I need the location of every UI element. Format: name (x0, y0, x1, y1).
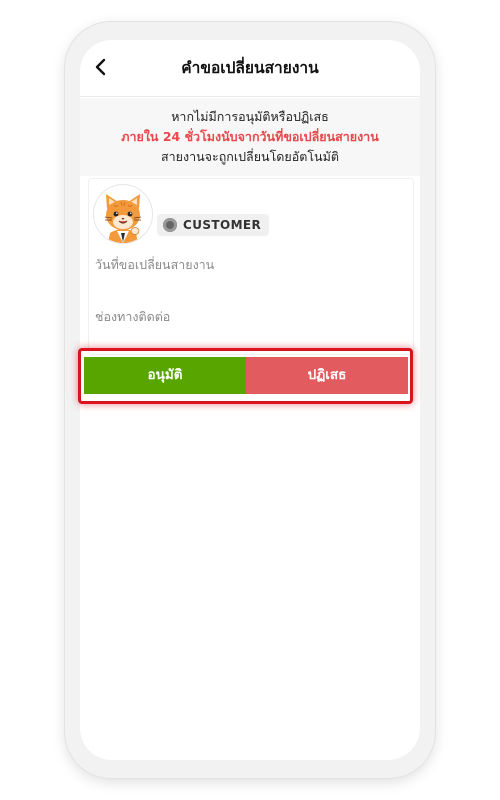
contact-channel-label: ช่องทางติดต่อ (95, 309, 171, 324)
back-button[interactable] (88, 54, 114, 80)
notice-line-3: สายงานจะถูกเปลี่ยนโดยอัตโนมัติ (161, 149, 339, 164)
notice-line-2: ภายใน 24 ชั่วโมงนับจากวันที่ขอเปลี่ยนสาย… (121, 129, 379, 144)
role-badge-label: CUSTOMER (183, 218, 262, 232)
app-header: คำขอเปลี่ยนสายงาน (80, 40, 420, 97)
auto-change-notice: หากไม่มีการอนุมัติหรือปฏิเสธ ภายใน 24 ชั… (80, 98, 420, 176)
page-title: คำขอเปลี่ยนสายงาน (181, 59, 319, 77)
reject-button[interactable]: ปฏิเสธ (246, 357, 408, 394)
avatar (93, 184, 153, 244)
notice-line-1: หากไม่มีการอนุมัติหรือปฏิเสธ (171, 109, 329, 124)
role-dot-icon (163, 218, 177, 232)
cat-avatar-icon (104, 194, 142, 243)
request-card: CUSTOMER วันที่ขอเปลี่ยนสายงาน ช่องทางติ… (88, 178, 414, 355)
approve-button[interactable]: อนุมัติ (84, 357, 246, 394)
request-date-label: วันที่ขอเปลี่ยนสายงาน (95, 257, 215, 272)
role-badge: CUSTOMER (157, 214, 270, 236)
chevron-left-icon (95, 58, 106, 76)
